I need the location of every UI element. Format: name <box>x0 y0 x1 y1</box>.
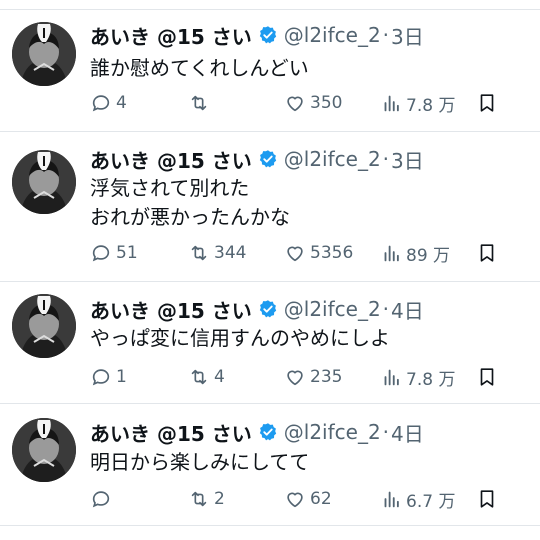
action-bar: 4 350 7.8 万 <box>90 90 510 116</box>
bookmark-button[interactable] <box>476 364 498 390</box>
timestamp[interactable]: 3日 <box>391 21 424 50</box>
separator-dot: · <box>382 420 390 444</box>
bookmark-button[interactable] <box>476 486 498 512</box>
views-button[interactable]: 7.8 万 <box>380 364 455 390</box>
like-icon <box>287 370 303 386</box>
retweet-button[interactable]: 2 <box>188 486 225 512</box>
verified-badge-icon <box>258 25 278 45</box>
tweet-text: 浮気されて別れた おれが悪かったんかな <box>90 176 290 229</box>
verified-badge-icon <box>258 299 278 319</box>
views-button[interactable]: 7.8 万 <box>380 90 455 116</box>
retweet-icon <box>191 245 207 261</box>
retweet-count: 4 <box>214 367 225 387</box>
reply-button[interactable]: 51 <box>90 240 138 266</box>
like-icon <box>287 246 303 262</box>
like-icon <box>287 96 303 112</box>
like-icon <box>287 492 303 508</box>
like-button[interactable]: 235 <box>284 364 342 390</box>
avatar-image <box>12 22 76 86</box>
views-icon <box>384 491 399 508</box>
timestamp[interactable]: 3日 <box>391 145 424 174</box>
tweet-header: あいき @15 さい @l2ifce_2 · 3日 <box>90 21 424 50</box>
avatar-image <box>12 294 76 358</box>
avatar[interactable] <box>12 418 76 482</box>
views-button[interactable]: 89 万 <box>380 240 450 266</box>
like-count: 235 <box>310 367 343 387</box>
retweet-button[interactable] <box>188 90 214 116</box>
separator-dot: · <box>382 23 390 47</box>
display-name[interactable]: あいき @15 さい <box>90 145 252 174</box>
bookmark-icon <box>480 244 494 262</box>
like-count: 62 <box>310 489 332 509</box>
timestamp[interactable]: 4日 <box>391 418 424 447</box>
reply-count: 4 <box>116 93 127 113</box>
bookmark-icon <box>480 94 494 112</box>
retweet-button[interactable]: 344 <box>188 240 246 266</box>
bookmark-icon <box>480 368 494 386</box>
tweet[interactable]: あいき @15 さい @l2ifce_2 · 4日 やっぱ変に信用すんのやめにし… <box>0 282 540 403</box>
user-handle[interactable]: @l2ifce_2 <box>284 297 381 321</box>
retweet-icon <box>191 491 207 507</box>
reply-button[interactable]: 1 <box>90 364 127 390</box>
divider <box>0 525 540 526</box>
verified-badge-icon <box>258 149 278 169</box>
reply-button[interactable]: 4 <box>90 90 127 116</box>
tweet-header: あいき @15 さい @l2ifce_2 · 3日 <box>90 145 424 174</box>
like-count: 5356 <box>310 243 354 263</box>
reply-count: 51 <box>116 243 138 263</box>
views-icon <box>384 95 399 112</box>
avatar[interactable] <box>12 22 76 86</box>
reply-icon <box>92 95 110 112</box>
retweet-count: 2 <box>214 489 225 509</box>
action-bar: 51 344 5356 89 万 <box>90 240 510 266</box>
retweet-icon <box>191 369 207 385</box>
reply-count: 1 <box>116 367 127 387</box>
like-button[interactable]: 350 <box>284 90 342 116</box>
verified-badge-icon <box>258 422 278 442</box>
views-count: 7.8 万 <box>406 369 456 390</box>
timestamp[interactable]: 4日 <box>391 295 424 324</box>
tweet[interactable]: あいき @15 さい @l2ifce_2 · 4日 明日から楽しみにしてて 2 … <box>0 404 540 525</box>
views-icon <box>384 369 399 386</box>
like-button[interactable]: 62 <box>284 486 332 512</box>
tweet-text: 明日から楽しみにしてて <box>90 450 310 474</box>
tweet-header: あいき @15 さい @l2ifce_2 · 4日 <box>90 418 424 447</box>
views-count: 7.8 万 <box>406 95 456 116</box>
action-bar: 1 4 235 7.8 万 <box>90 364 510 390</box>
reply-icon <box>92 369 110 386</box>
avatar[interactable] <box>12 294 76 358</box>
reply-button[interactable] <box>90 486 116 512</box>
bookmark-button[interactable] <box>476 240 498 266</box>
views-count: 6.7 万 <box>406 491 456 512</box>
user-handle[interactable]: @l2ifce_2 <box>284 420 381 444</box>
tweet[interactable]: あいき @15 さい @l2ifce_2 · 3日 誰か慰めてくれしんどい 4 … <box>0 10 540 131</box>
reply-icon <box>92 491 110 508</box>
bookmark-button[interactable] <box>476 90 498 116</box>
avatar[interactable] <box>12 150 76 214</box>
like-button[interactable]: 5356 <box>284 240 353 266</box>
user-handle[interactable]: @l2ifce_2 <box>284 23 381 47</box>
avatar-image <box>12 150 76 214</box>
display-name[interactable]: あいき @15 さい <box>90 418 252 447</box>
tweet-text: やっぱ変に信用すんのやめにしよ <box>90 326 390 350</box>
separator-dot: · <box>382 297 390 321</box>
tweet-text: 誰か慰めてくれしんどい <box>90 56 309 80</box>
tweet[interactable]: あいき @15 さい @l2ifce_2 · 3日 浮気されて別れた おれが悪か… <box>0 132 540 281</box>
views-icon <box>384 245 399 262</box>
retweet-count: 344 <box>214 243 247 263</box>
display-name[interactable]: あいき @15 さい <box>90 295 252 324</box>
views-count: 89 万 <box>406 245 451 266</box>
tweet-header: あいき @15 さい @l2ifce_2 · 4日 <box>90 295 424 324</box>
retweet-icon <box>191 95 207 111</box>
bookmark-icon <box>480 490 494 508</box>
user-handle[interactable]: @l2ifce_2 <box>284 147 381 171</box>
retweet-button[interactable]: 4 <box>188 364 225 390</box>
display-name[interactable]: あいき @15 さい <box>90 21 252 50</box>
separator-dot: · <box>382 147 390 171</box>
like-count: 350 <box>310 93 343 113</box>
views-button[interactable]: 6.7 万 <box>380 486 455 512</box>
avatar-image <box>12 418 76 482</box>
reply-icon <box>92 245 110 262</box>
action-bar: 2 62 6.7 万 <box>90 486 510 512</box>
